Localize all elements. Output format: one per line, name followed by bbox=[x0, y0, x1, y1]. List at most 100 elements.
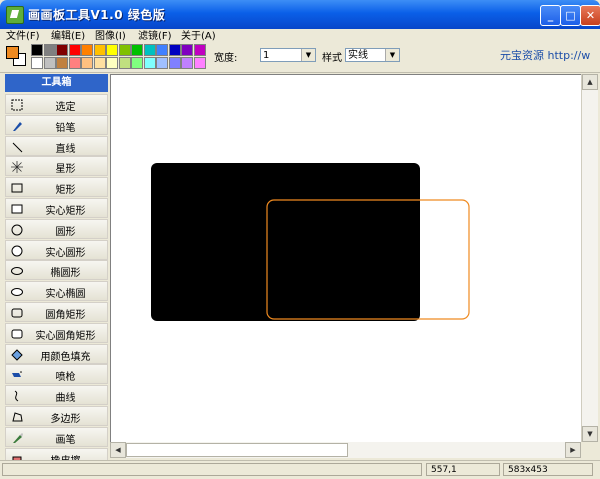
menu-file[interactable]: 文件(F) bbox=[6, 27, 40, 42]
palette-swatch[interactable] bbox=[193, 44, 206, 56]
tool-label: 实心矩形 bbox=[45, 206, 86, 217]
palette-swatch[interactable] bbox=[56, 44, 68, 56]
tool-label: 画笔 bbox=[55, 434, 76, 446]
eraser-icon bbox=[11, 453, 23, 460]
tool-button[interactable]: 曲线 bbox=[5, 385, 108, 406]
airbrush-icon bbox=[11, 369, 23, 381]
tool-button[interactable]: 多边形 bbox=[5, 406, 108, 426]
palette-swatch[interactable] bbox=[156, 44, 168, 56]
palette-swatch[interactable] bbox=[93, 57, 106, 69]
tool-button[interactable]: 圆角矩形 bbox=[5, 302, 108, 322]
rectangle-icon bbox=[11, 182, 23, 194]
tool-button[interactable]: 选定 bbox=[5, 94, 108, 114]
tool-button[interactable]: 铅笔 bbox=[5, 114, 108, 135]
palette-swatch[interactable] bbox=[193, 57, 206, 69]
palette-swatch[interactable] bbox=[43, 57, 56, 69]
menu-image[interactable]: 图像(I) bbox=[95, 27, 126, 42]
ellipse-icon bbox=[11, 265, 23, 277]
tool-button[interactable]: 实心圆角矩形 bbox=[5, 322, 108, 343]
toolbar: 宽度: 1 ▼ 样式 实线 ▼ 元宝资源 http://w bbox=[0, 41, 600, 73]
tool-label: 星形 bbox=[55, 164, 76, 176]
scroll-left-button[interactable]: ◀ bbox=[110, 442, 126, 458]
tool-button[interactable]: 实心椭圆 bbox=[5, 281, 108, 302]
line-icon bbox=[11, 141, 23, 153]
palette-swatch[interactable] bbox=[31, 57, 43, 69]
menu-filter[interactable]: 滤镜(F) bbox=[138, 27, 172, 42]
palette-swatch[interactable] bbox=[56, 57, 68, 69]
tool-label: 曲线 bbox=[55, 393, 76, 405]
palette-swatch[interactable] bbox=[156, 57, 168, 69]
canvas-svg[interactable] bbox=[111, 75, 582, 443]
tool-label: 椭圆形 bbox=[50, 268, 81, 280]
current-colors[interactable] bbox=[6, 46, 26, 66]
width-select-value: 1 bbox=[263, 50, 270, 61]
palette-swatch[interactable] bbox=[93, 44, 106, 56]
brush-icon bbox=[11, 432, 23, 444]
style-label: 样式 bbox=[322, 53, 342, 64]
scroll-down-button[interactable]: ▼ bbox=[582, 426, 598, 442]
color-palette bbox=[31, 44, 211, 70]
palette-swatch[interactable] bbox=[131, 44, 143, 56]
palette-swatch[interactable] bbox=[68, 44, 81, 56]
website-link[interactable]: 元宝资源 http://w bbox=[500, 47, 590, 63]
tool-label: 矩形 bbox=[55, 185, 76, 197]
palette-swatch[interactable] bbox=[118, 57, 131, 69]
minimize-button[interactable]: _ bbox=[540, 5, 561, 26]
menu-edit[interactable]: 编辑(E) bbox=[51, 27, 85, 42]
filled-rounded-rectangle-icon bbox=[11, 328, 23, 340]
vertical-scrollbar[interactable]: ▲ ▼ bbox=[581, 74, 598, 442]
palette-swatch[interactable] bbox=[68, 57, 81, 69]
tool-button[interactable]: 椭圆形 bbox=[5, 260, 108, 281]
tool-button[interactable]: 星形 bbox=[5, 156, 108, 177]
drawing-canvas[interactable] bbox=[110, 74, 583, 444]
tool-button[interactable]: 画笔 bbox=[5, 426, 108, 447]
tool-label: 多边形 bbox=[50, 414, 81, 425]
chevron-down-icon[interactable]: ▼ bbox=[385, 49, 399, 61]
tool-label: 实心椭圆 bbox=[45, 289, 86, 301]
tool-button[interactable]: 直线 bbox=[5, 135, 108, 156]
scroll-right-button[interactable]: ▶ bbox=[565, 442, 581, 458]
horizontal-scroll-thumb[interactable] bbox=[126, 443, 348, 457]
palette-swatch[interactable] bbox=[143, 44, 156, 56]
black-filled-rounded-rectangle[interactable] bbox=[151, 163, 420, 321]
tool-button[interactable]: 圆形 bbox=[5, 218, 108, 239]
palette-swatch[interactable] bbox=[181, 44, 193, 56]
palette-swatch[interactable] bbox=[106, 57, 118, 69]
maximize-icon: □ bbox=[565, 9, 576, 22]
width-select[interactable]: 1 ▼ bbox=[260, 48, 316, 62]
tool-button[interactable]: 橡皮擦 bbox=[5, 447, 108, 460]
tool-button[interactable]: 实心圆形 bbox=[5, 239, 108, 260]
palette-swatch[interactable] bbox=[181, 57, 193, 69]
horizontal-scrollbar[interactable]: ◀ ▶ bbox=[110, 442, 581, 458]
title-bar[interactable]: 画画板工具V1.0 绿色版 _ □ ✕ bbox=[0, 0, 600, 29]
tool-button[interactable]: 用颜色填充 bbox=[5, 343, 108, 364]
palette-swatch[interactable] bbox=[31, 44, 43, 56]
maximize-button[interactable]: □ bbox=[560, 5, 581, 26]
palette-swatch[interactable] bbox=[43, 44, 56, 56]
foreground-color[interactable] bbox=[6, 46, 19, 59]
palette-swatch[interactable] bbox=[81, 44, 93, 56]
palette-swatch[interactable] bbox=[118, 44, 131, 56]
fill-icon bbox=[11, 348, 23, 361]
menu-bar: 文件(F) 编辑(E) 图像(I) 滤镜(F) 关于(A) bbox=[0, 27, 600, 42]
close-button[interactable]: ✕ bbox=[580, 5, 600, 26]
chevron-down-icon[interactable]: ▼ bbox=[301, 49, 315, 61]
scroll-up-button[interactable]: ▲ bbox=[582, 74, 598, 90]
tool-label: 实心圆角矩形 bbox=[35, 330, 96, 342]
tool-label: 喷枪 bbox=[55, 372, 76, 384]
palette-swatch[interactable] bbox=[81, 57, 93, 69]
tool-button[interactable]: 实心矩形 bbox=[5, 198, 108, 218]
palette-swatch[interactable] bbox=[168, 57, 181, 69]
tool-button[interactable]: 矩形 bbox=[5, 177, 108, 198]
palette-swatch[interactable] bbox=[106, 44, 118, 56]
palette-swatch[interactable] bbox=[168, 44, 181, 56]
tool-button[interactable]: 喷枪 bbox=[5, 364, 108, 385]
select-icon bbox=[11, 99, 23, 111]
status-coordinates: 557,1 bbox=[426, 463, 500, 476]
tool-label: 圆角矩形 bbox=[45, 310, 86, 321]
style-select[interactable]: 实线 ▼ bbox=[345, 48, 400, 62]
palette-swatch[interactable] bbox=[143, 57, 156, 69]
menu-about[interactable]: 关于(A) bbox=[181, 27, 216, 42]
pencil-icon bbox=[11, 120, 23, 132]
palette-swatch[interactable] bbox=[131, 57, 143, 69]
